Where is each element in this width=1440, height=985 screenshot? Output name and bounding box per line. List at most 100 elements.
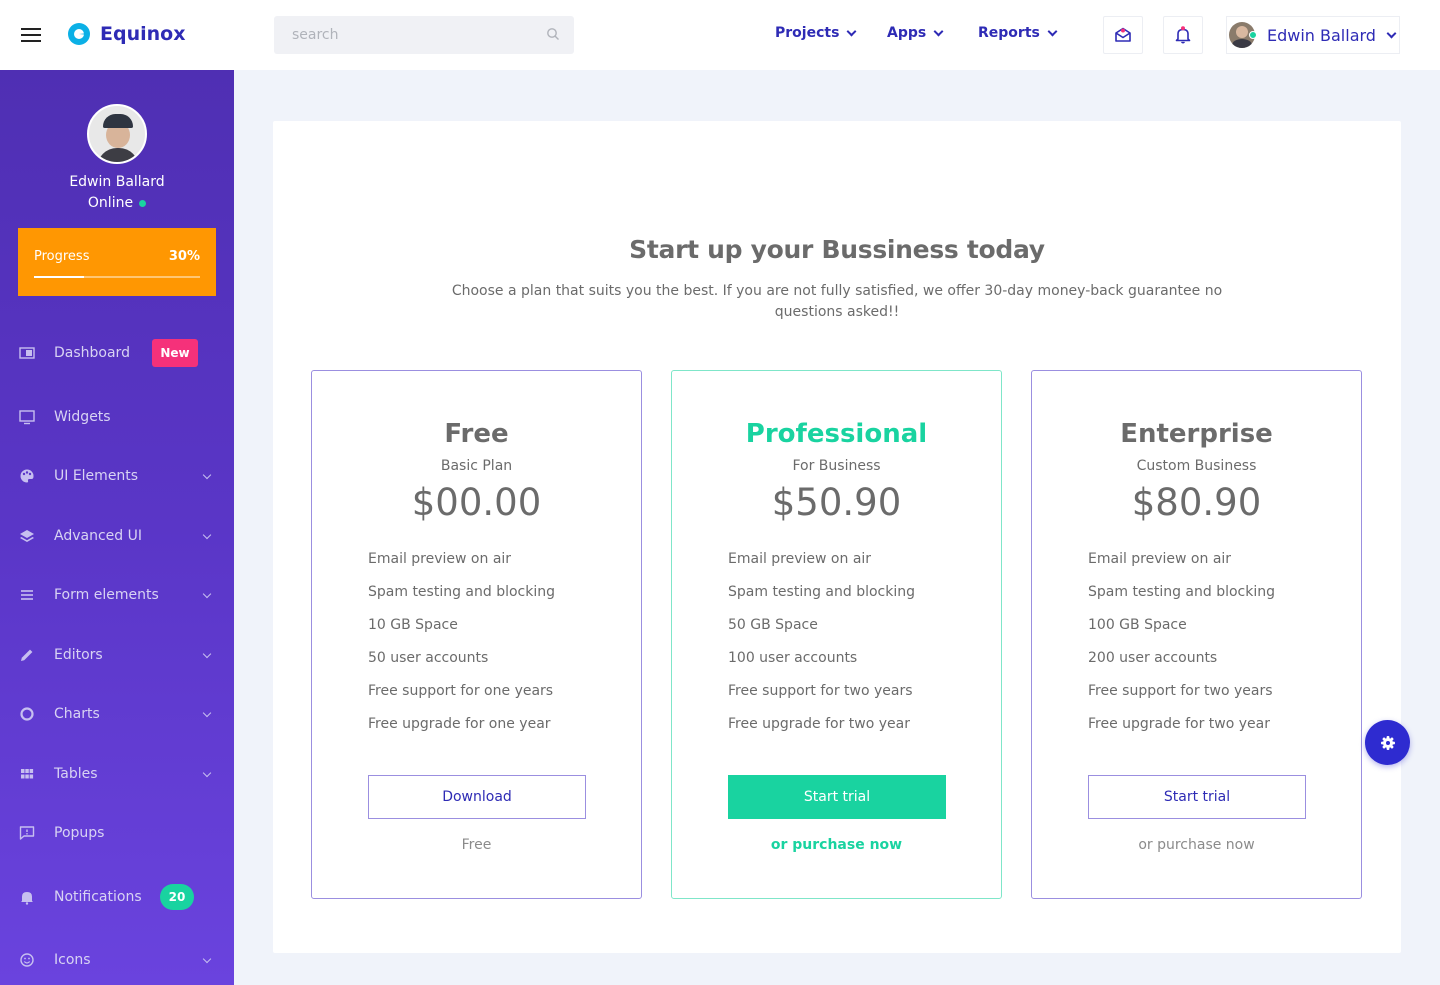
chevron-down-icon: [202, 768, 212, 777]
progress-bar: [34, 276, 200, 278]
start-trial-button[interactable]: Start trial: [728, 775, 946, 819]
plan-name: Professional: [745, 419, 928, 449]
sidebar-item-icons[interactable]: Icons: [0, 940, 234, 980]
sidebar-item-label: Widgets: [54, 409, 111, 425]
monitor-icon: [19, 410, 35, 425]
nav-apps-label: Apps: [887, 25, 927, 41]
progress-value: 30%: [168, 249, 200, 264]
start-trial-button[interactable]: Start trial: [1088, 775, 1306, 819]
plan-price: $80.90: [1131, 481, 1262, 524]
chevron-down-icon: [202, 649, 212, 658]
nav-projects-label: Projects: [775, 25, 840, 41]
page-subtitle: Choose a plan that suits you the best. I…: [451, 283, 1223, 320]
sidebar-user-name: Edwin Ballard: [69, 174, 165, 190]
feature-item: Free support for two years: [1088, 683, 1273, 699]
plan-features: Email preview on air Spam testing and bl…: [368, 551, 555, 749]
plan-name: Enterprise: [1120, 419, 1273, 449]
feature-item: Free upgrade for one year: [368, 716, 551, 732]
progress-card: Progress 30%: [18, 228, 216, 296]
pencil-icon: [21, 649, 33, 661]
sidebar-item-notifications[interactable]: Notifications 20: [0, 877, 234, 917]
search-input[interactable]: [274, 16, 534, 54]
nav-reports[interactable]: Reports: [978, 25, 1058, 41]
sidebar-item-advanced-ui[interactable]: Advanced UI: [0, 516, 234, 556]
sidebar-item-ui-elements[interactable]: UI Elements: [0, 456, 234, 496]
feature-item: Spam testing and blocking: [368, 584, 556, 600]
chevron-down-icon: [202, 589, 212, 598]
sidebar-item-tables[interactable]: Tables: [0, 754, 234, 794]
feature-item: Spam testing and blocking: [1088, 584, 1276, 600]
purchase-now-link[interactable]: or purchase now: [672, 837, 1001, 853]
sidebar-item-label: Icons: [54, 952, 91, 968]
plan-card-free: Free Basic Plan $00.00 Email preview on …: [311, 370, 642, 899]
sidebar-item-label: Editors: [54, 647, 103, 663]
chevron-down-icon: [202, 530, 212, 539]
feature-item: Free upgrade for two year: [728, 716, 910, 732]
sidebar-user-status: Online: [0, 195, 234, 211]
sidebar-item-widgets[interactable]: Widgets: [0, 397, 234, 437]
plan-price: $00.00: [411, 481, 542, 524]
nav-reports-label: Reports: [978, 25, 1040, 41]
plan-features: Email preview on air Spam testing and bl…: [728, 551, 915, 749]
sidebar-avatar: [87, 104, 147, 164]
sidebar-item-editors[interactable]: Editors: [0, 635, 234, 675]
nav-projects[interactable]: Projects: [775, 25, 857, 41]
pricing-card-container: Start up your Bussiness today Choose a p…: [273, 121, 1401, 953]
chevron-down-icon: [202, 470, 212, 479]
bell-icon: [21, 892, 33, 905]
search-icon[interactable]: [546, 27, 560, 41]
top-navbar: Equinox Projects Apps Reports: [0, 0, 1440, 70]
sidebar-item-dashboard[interactable]: Dashboard New: [0, 333, 234, 373]
notifications-button[interactable]: [1163, 16, 1203, 54]
sidebar-item-form-elements[interactable]: Form elements: [0, 575, 234, 615]
brand[interactable]: Equinox: [68, 23, 185, 45]
feature-item: Spam testing and blocking: [728, 584, 916, 600]
sidebar-item-label: Form elements: [54, 587, 159, 603]
feature-item: Email preview on air: [728, 551, 872, 567]
feature-item: 100 GB Space: [1088, 617, 1187, 633]
grid-icon: [21, 769, 34, 779]
feature-item: 100 user accounts: [728, 650, 858, 666]
feature-item: Free upgrade for two year: [1088, 716, 1270, 732]
feature-item: Free support for two years: [728, 683, 913, 699]
brand-logo-icon: [68, 23, 90, 45]
chevron-down-icon: [933, 26, 944, 36]
new-badge: New: [152, 339, 198, 367]
sidebar-item-label: Dashboard: [54, 345, 130, 361]
sidebar-item-label: Charts: [54, 706, 100, 722]
plan-name: Free: [444, 419, 509, 449]
dashboard-icon: [19, 347, 35, 359]
sidebar-item-charts[interactable]: Charts: [0, 694, 234, 734]
gear-icon: [1380, 735, 1395, 750]
plan-price: $50.90: [771, 481, 902, 524]
nav-apps[interactable]: Apps: [887, 25, 944, 41]
sidebar-item-label: Popups: [54, 825, 105, 841]
bell-icon: [1175, 26, 1191, 44]
online-dot-icon: [139, 199, 147, 207]
online-status-dot: [1249, 31, 1257, 39]
feature-item: Email preview on air: [1088, 551, 1232, 567]
page-title: Start up your Bussiness today: [629, 235, 1045, 264]
purchase-now-link[interactable]: or purchase now: [1032, 837, 1361, 853]
chevron-down-icon: [1047, 26, 1058, 36]
chevron-down-icon: [202, 954, 212, 963]
plan-tagline: Basic Plan: [440, 458, 513, 474]
plan-features: Email preview on air Spam testing and bl…: [1088, 551, 1275, 749]
mail-icon: [1115, 27, 1131, 42]
download-button[interactable]: Download: [368, 775, 586, 819]
sidebar-item-label: UI Elements: [54, 468, 139, 484]
progress-fill: [34, 276, 84, 278]
settings-button[interactable]: [1365, 720, 1410, 765]
sidebar-item-popups[interactable]: Popups: [0, 813, 234, 853]
mail-button[interactable]: [1103, 16, 1143, 54]
status-text: Online: [87, 195, 134, 211]
sidebar-item-label: Advanced UI: [54, 528, 142, 544]
message-icon: [19, 826, 35, 840]
layers-icon: [20, 530, 34, 542]
plan-tagline: Custom Business: [1136, 458, 1257, 474]
hamburger-menu-icon[interactable]: [21, 28, 41, 42]
chevron-down-icon: [1386, 28, 1397, 38]
sidebar: Edwin Ballard Online Progress 30% Dashbo…: [0, 70, 234, 985]
feature-item: Free support for one years: [368, 683, 554, 699]
user-profile-menu[interactable]: Edwin Ballard: [1226, 16, 1400, 54]
